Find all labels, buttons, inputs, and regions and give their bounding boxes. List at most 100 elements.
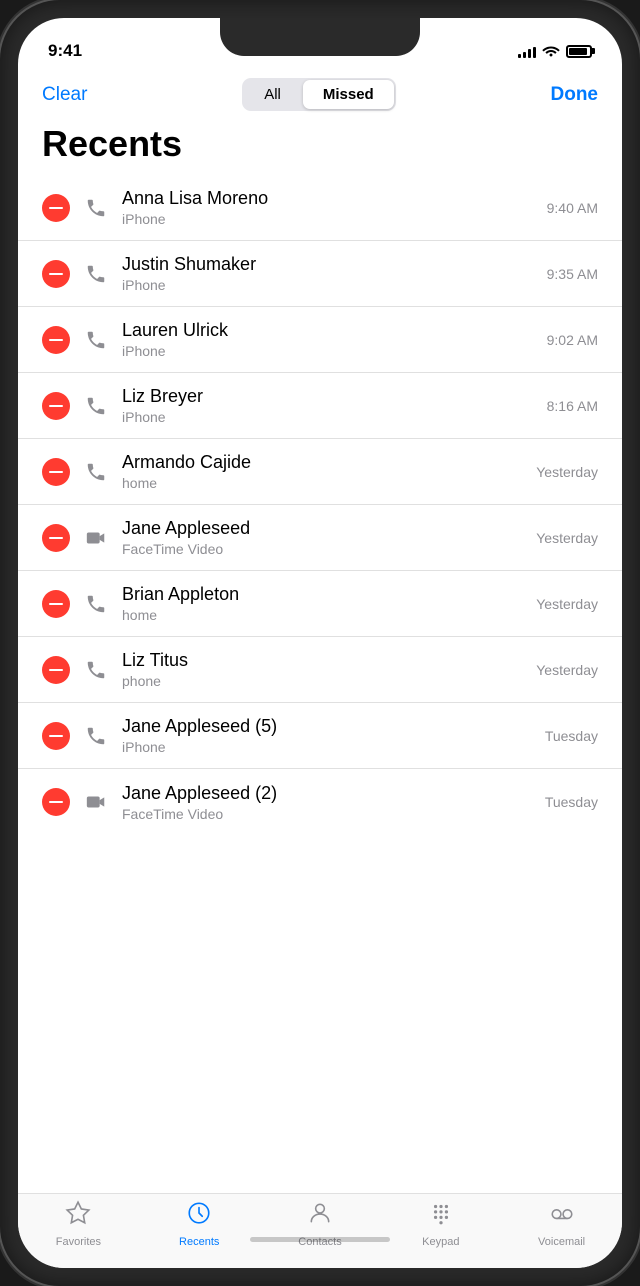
call-time: 9:40 AM (547, 200, 598, 216)
phone-icon (82, 194, 110, 222)
call-list: Anna Lisa Moreno iPhone 9:40 AM (18, 175, 622, 1193)
call-item[interactable]: Brian Appleton home Yesterday (18, 571, 622, 637)
delete-button[interactable] (42, 656, 70, 684)
screen-content: 9:41 (18, 18, 622, 1268)
call-type: iPhone (122, 277, 535, 293)
call-name: Jane Appleseed (5) (122, 716, 533, 737)
nav-bar: Clear All Missed Done (18, 70, 622, 117)
phone-icon (82, 656, 110, 684)
call-info: Jane Appleseed FaceTime Video (122, 518, 524, 557)
call-type: iPhone (122, 343, 535, 359)
call-time: 8:16 AM (547, 398, 598, 414)
call-info: Liz Titus phone (122, 650, 524, 689)
star-icon (65, 1200, 91, 1233)
phone-icon (82, 326, 110, 354)
person-icon (307, 1200, 333, 1233)
call-info: Lauren Ulrick iPhone (122, 320, 535, 359)
clock-icon (186, 1200, 212, 1233)
call-name: Brian Appleton (122, 584, 524, 605)
phone-icon (82, 260, 110, 288)
phone-frame: 9:41 (0, 0, 640, 1286)
signal-bars-icon (518, 44, 536, 58)
home-indicator (250, 1237, 390, 1242)
call-type: iPhone (122, 211, 535, 227)
call-time: Yesterday (536, 530, 598, 546)
wifi-icon (542, 43, 560, 60)
call-name: Lauren Ulrick (122, 320, 535, 341)
delete-button[interactable] (42, 194, 70, 222)
battery-icon (566, 45, 592, 58)
call-type: FaceTime Video (122, 806, 533, 822)
call-time: Yesterday (536, 464, 598, 480)
phone-icon (82, 392, 110, 420)
notch (220, 18, 420, 56)
tab-bar: Favorites Recents (18, 1193, 622, 1268)
phone-icon (82, 458, 110, 486)
facetime-icon (82, 524, 110, 552)
call-item[interactable]: Jane Appleseed (2) FaceTime Video Tuesda… (18, 769, 622, 835)
main-content: Anna Lisa Moreno iPhone 9:40 AM (18, 175, 622, 1193)
call-item[interactable]: Anna Lisa Moreno iPhone 9:40 AM (18, 175, 622, 241)
call-item[interactable]: Liz Titus phone Yesterday (18, 637, 622, 703)
status-time: 9:41 (48, 41, 82, 61)
delete-button[interactable] (42, 326, 70, 354)
delete-button[interactable] (42, 524, 70, 552)
call-name: Armando Cajide (122, 452, 524, 473)
segment-all[interactable]: All (244, 80, 301, 109)
tab-favorites[interactable]: Favorites (18, 1200, 139, 1248)
call-time: 9:02 AM (547, 332, 598, 348)
segment-missed[interactable]: Missed (303, 80, 394, 109)
tab-keypad[interactable]: Keypad (380, 1200, 501, 1248)
call-name: Justin Shumaker (122, 254, 535, 275)
call-item[interactable]: Justin Shumaker iPhone 9:35 AM (18, 241, 622, 307)
tab-favorites-label: Favorites (56, 1236, 101, 1248)
call-time: Tuesday (545, 794, 598, 810)
tab-voicemail-label: Voicemail (538, 1236, 585, 1248)
call-type: phone (122, 673, 524, 689)
done-button[interactable]: Done (551, 84, 599, 106)
call-time: Tuesday (545, 728, 598, 744)
phone-icon (82, 722, 110, 750)
keypad-icon (428, 1200, 454, 1233)
tab-voicemail[interactable]: Voicemail (501, 1200, 622, 1248)
call-type: iPhone (122, 739, 533, 755)
call-info: Justin Shumaker iPhone (122, 254, 535, 293)
tab-keypad-label: Keypad (422, 1236, 459, 1248)
call-name: Jane Appleseed (122, 518, 524, 539)
delete-button[interactable] (42, 722, 70, 750)
delete-button[interactable] (42, 590, 70, 618)
battery-fill (569, 48, 587, 55)
call-item[interactable]: Jane Appleseed FaceTime Video Yesterday (18, 505, 622, 571)
call-name: Liz Titus (122, 650, 524, 671)
delete-button[interactable] (42, 458, 70, 486)
call-info: Brian Appleton home (122, 584, 524, 623)
call-info: Jane Appleseed (5) iPhone (122, 716, 533, 755)
call-name: Anna Lisa Moreno (122, 188, 535, 209)
call-item[interactable]: Armando Cajide home Yesterday (18, 439, 622, 505)
call-item[interactable]: Lauren Ulrick iPhone 9:02 AM (18, 307, 622, 373)
voicemail-icon (549, 1200, 575, 1233)
call-item[interactable]: Liz Breyer iPhone 8:16 AM (18, 373, 622, 439)
call-info: Armando Cajide home (122, 452, 524, 491)
call-item[interactable]: Jane Appleseed (5) iPhone Tuesday (18, 703, 622, 769)
page-title: Recents (18, 117, 622, 175)
call-name: Liz Breyer (122, 386, 535, 407)
delete-button[interactable] (42, 260, 70, 288)
phone-icon (82, 590, 110, 618)
segment-control: All Missed (242, 78, 396, 111)
call-name: Jane Appleseed (2) (122, 783, 533, 804)
call-time: 9:35 AM (547, 266, 598, 282)
delete-button[interactable] (42, 788, 70, 816)
call-info: Anna Lisa Moreno iPhone (122, 188, 535, 227)
call-type: iPhone (122, 409, 535, 425)
call-info: Jane Appleseed (2) FaceTime Video (122, 783, 533, 822)
delete-button[interactable] (42, 392, 70, 420)
call-time: Yesterday (536, 596, 598, 612)
call-type: FaceTime Video (122, 541, 524, 557)
tab-recents-label: Recents (179, 1236, 219, 1248)
phone-screen: 9:41 (18, 18, 622, 1268)
call-info: Liz Breyer iPhone (122, 386, 535, 425)
tab-recents[interactable]: Recents (139, 1200, 260, 1248)
clear-button[interactable]: Clear (42, 84, 87, 106)
facetime-icon (82, 788, 110, 816)
